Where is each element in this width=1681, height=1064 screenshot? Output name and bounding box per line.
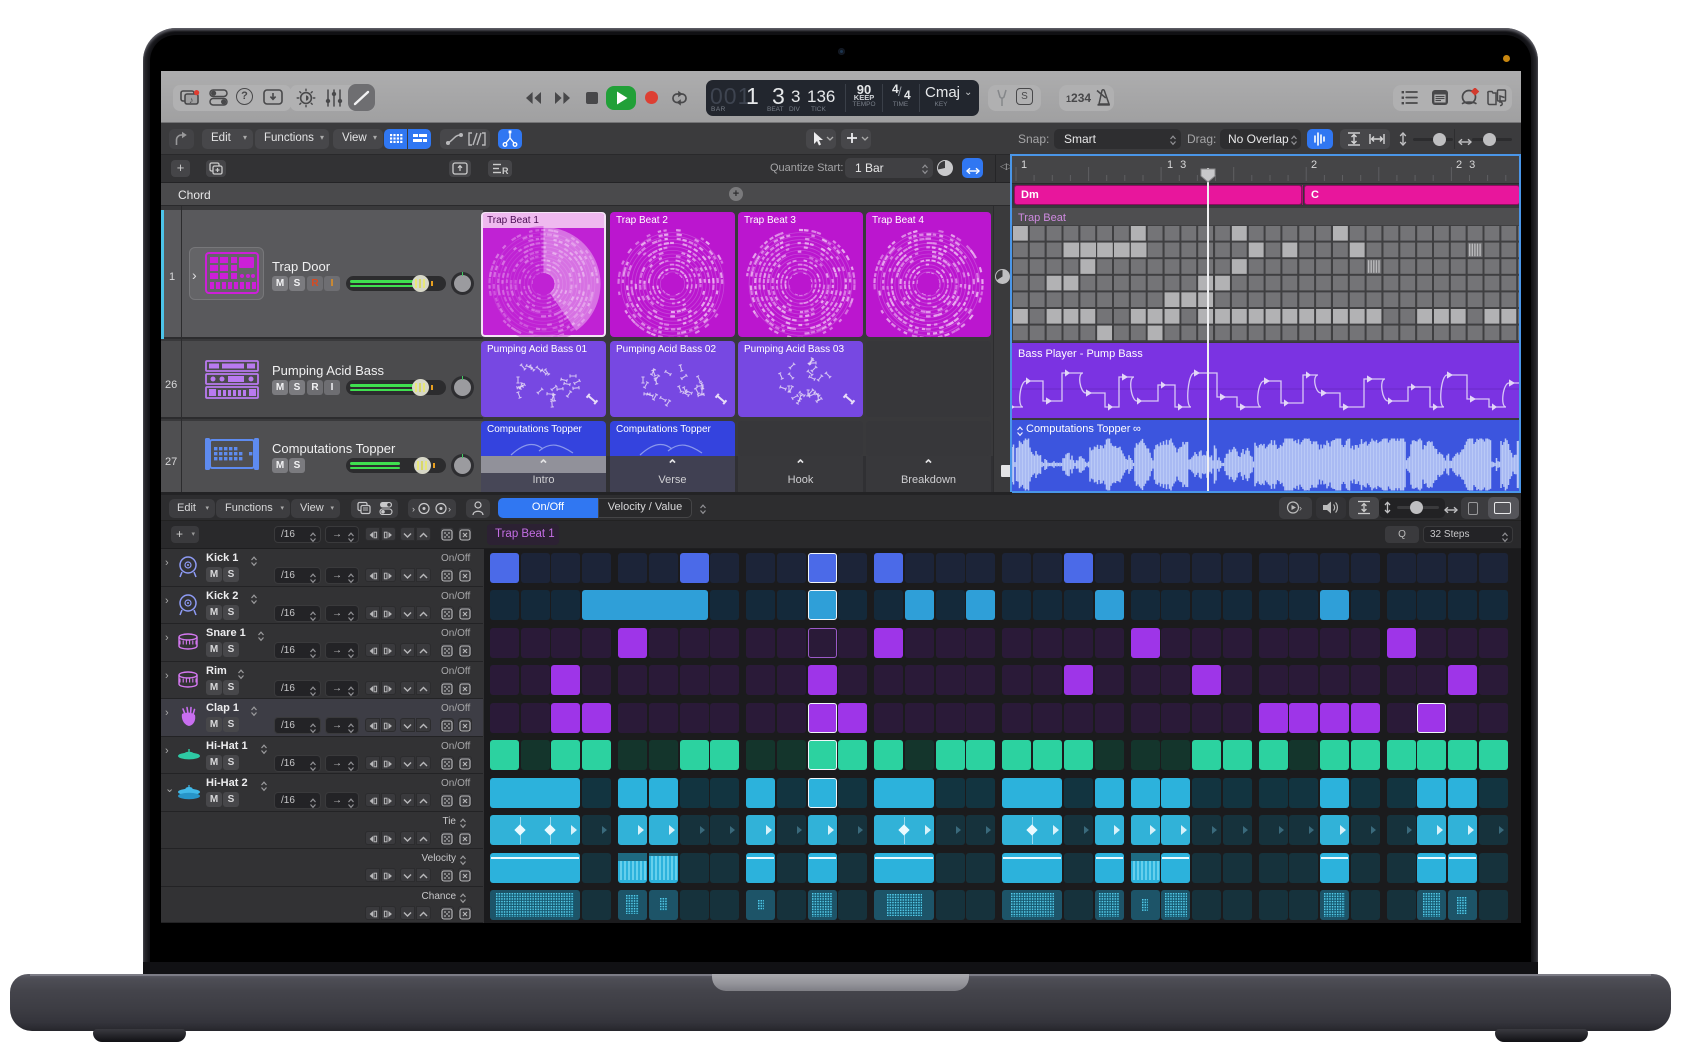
svg-text:›: ›	[1299, 503, 1302, 513]
svg-text:›: ›	[448, 504, 451, 514]
svg-text:›: ›	[412, 504, 415, 514]
svg-text:♪: ♪	[189, 95, 194, 105]
